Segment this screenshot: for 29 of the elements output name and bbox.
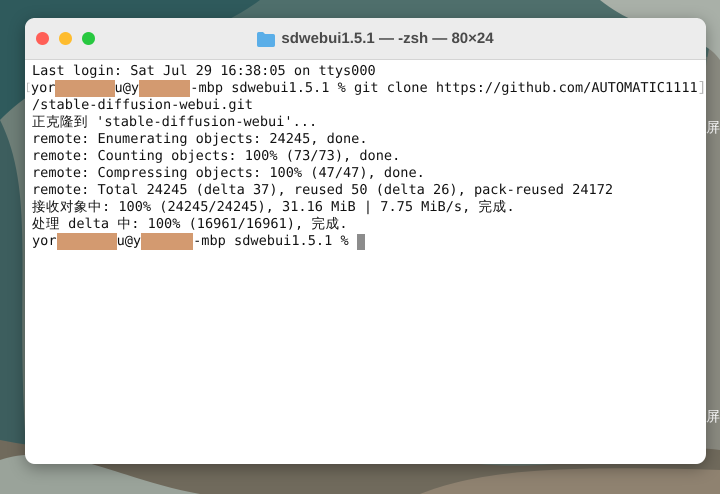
terminal-text: remote: Counting objects: 100% (73/73), done. [32,148,400,165]
terminal-text: Last login: Sat Jul 29 16:38:05 on ttys000 [32,63,376,80]
redaction-block [55,80,115,97]
folder-icon [257,32,276,46]
redaction-block [56,233,117,250]
desktop-icon-label: 屏 [706,409,720,425]
terminal-text: remote: Compressing objects: 100% (47/47), done. [32,165,425,182]
terminal-text: u@y [116,233,142,250]
desktop-icon-label: 屏 [706,120,720,136]
window-title: sdwebui1.5.1 — -zsh — 80×24 [281,28,494,49]
terminal-text: u@y [114,80,140,97]
terminal-text: 正克隆到 'stable-diffusion-webui'... [32,114,318,131]
terminal-text: remote: Total 24245 (delta 37), reused 50 (delta 26), pack-reused 24172 [32,182,614,199]
terminal-text: remote: Enumerating objects: 24245, done. [32,131,368,148]
terminal-text: 接收对象中: 100% (24245/24245), 31.16 MiB | 7.75 MiB/s, 完成. [32,199,515,216]
terminal-text: 处理 delta 中: 100% (16961/16961), 完成. [32,216,348,233]
terminal-text: -mbp sdwebui1.5.1 % git clone https://github.com/AUTOMATIC1111 [190,80,698,97]
zoom-button[interactable] [82,32,95,45]
terminal-text: yor [30,80,56,97]
minimize-button[interactable] [59,32,72,45]
redaction-block [141,233,194,250]
terminal-text: yor [32,233,57,250]
redaction-block [139,80,190,97]
terminal-text: /stable-diffusion-webui.git [32,97,253,114]
terminal-text: -mbp sdwebui1.5.1 % [193,233,350,250]
mark-bracket: ] [698,80,706,97]
close-button[interactable] [36,32,49,45]
mark-bracket: [ [25,82,31,96]
text-cursor [356,234,365,250]
